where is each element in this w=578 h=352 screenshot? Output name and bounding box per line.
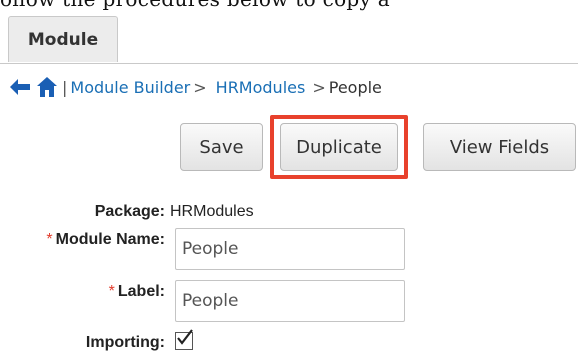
- required-marker: *: [108, 283, 115, 300]
- breadcrumb-separator: |: [62, 77, 68, 97]
- home-icon[interactable]: [35, 75, 59, 99]
- label-label-row: * Label:: [0, 283, 165, 301]
- breadcrumb-separator: >: [193, 77, 207, 97]
- instruction-text: ollow the procedures below to copy a: [0, 0, 578, 13]
- module-name-label: Module Name:: [55, 231, 165, 248]
- view-fields-button[interactable]: View Fields: [423, 123, 576, 171]
- label-field[interactable]: People: [175, 280, 405, 322]
- breadcrumb-current: People: [328, 77, 382, 97]
- importing-checkbox[interactable]: [175, 329, 193, 350]
- duplicate-button[interactable]: Duplicate: [280, 123, 398, 171]
- instruction-text-content: ollow the procedures below to copy a: [0, 0, 390, 11]
- module-name-field[interactable]: People: [175, 228, 405, 270]
- tab-bar: Module: [0, 16, 578, 64]
- checkmark-icon: [177, 329, 193, 345]
- module-name-label-row: * Module Name:: [0, 231, 165, 249]
- breadcrumb-link-module-builder[interactable]: Module Builder: [70, 78, 190, 97]
- package-label: Package:: [94, 203, 165, 220]
- importing-label: Importing:: [85, 334, 165, 351]
- breadcrumb-separator: >: [312, 77, 326, 97]
- required-marker: *: [46, 231, 53, 248]
- tab-module[interactable]: Module: [8, 16, 118, 62]
- label-label: Label:: [117, 283, 165, 300]
- back-arrow-icon[interactable]: [8, 75, 32, 99]
- breadcrumb: | Module Builder > HRModules > People: [8, 74, 382, 100]
- save-button[interactable]: Save: [180, 123, 263, 171]
- breadcrumb-link-hrmodules[interactable]: HRModules: [216, 78, 306, 97]
- package-value: HRModules: [170, 203, 254, 220]
